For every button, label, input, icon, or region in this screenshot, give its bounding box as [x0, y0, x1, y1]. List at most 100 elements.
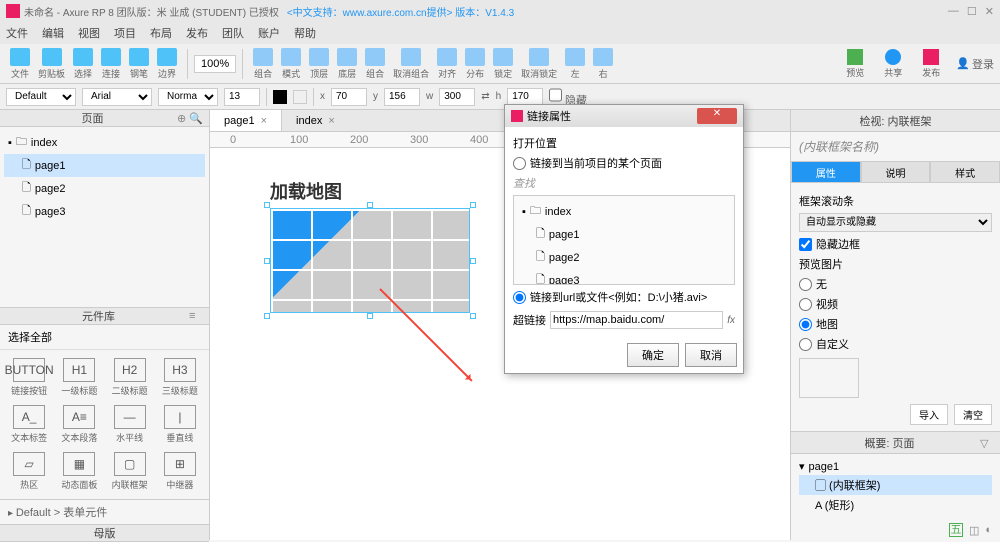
- color-swatch[interactable]: [273, 90, 287, 104]
- minimize-icon[interactable]: —: [948, 5, 959, 18]
- tool-钢笔[interactable]: 钢笔: [125, 48, 153, 80]
- login-button[interactable]: 👤登录: [956, 56, 994, 72]
- close-icon[interactable]: ✕: [985, 5, 994, 18]
- add-page-icon[interactable]: ⊕: [177, 112, 189, 124]
- page-page3[interactable]: 🗋 page3: [4, 200, 205, 223]
- h-input[interactable]: [507, 88, 543, 106]
- tool-选择[interactable]: 选择: [69, 48, 97, 80]
- tool-左[interactable]: 左: [561, 48, 589, 80]
- close-icon[interactable]: ×: [261, 115, 267, 127]
- filter-icon[interactable]: ▽: [980, 437, 992, 449]
- search-icon[interactable]: 🔍: [189, 112, 201, 124]
- tool-模式[interactable]: 模式: [277, 48, 305, 80]
- tool-底层[interactable]: 底层: [333, 48, 361, 80]
- font-family-select[interactable]: Arial: [82, 88, 152, 106]
- menu-布局[interactable]: 布局: [150, 25, 172, 41]
- inspector-tab-说明[interactable]: 说明: [861, 161, 931, 183]
- tool-右[interactable]: 右: [589, 48, 617, 80]
- link-icon[interactable]: ⇄: [481, 91, 489, 102]
- tree-root[interactable]: ▪ 🗀 index: [4, 131, 205, 154]
- widget-内联框架[interactable]: ▢内联框架: [109, 452, 151, 491]
- inspector-tab-属性[interactable]: 属性: [791, 161, 861, 183]
- y-input[interactable]: [384, 88, 420, 106]
- link-page-radio[interactable]: [513, 157, 526, 170]
- dialog-page-tree[interactable]: ▪ 🗀 index 🗋 page1🗋 page2🗋 page3: [513, 195, 735, 285]
- tool-顶层[interactable]: 顶层: [305, 48, 333, 80]
- tool-分布[interactable]: 分布: [461, 48, 489, 80]
- preview-option-视频[interactable]: 视频: [799, 296, 992, 312]
- preview-icon[interactable]: [847, 49, 863, 65]
- hide-border-checkbox[interactable]: [799, 238, 812, 251]
- tool-取消锁定[interactable]: 取消锁定: [517, 48, 561, 80]
- widget-中继器[interactable]: ⊞中继器: [159, 452, 201, 491]
- menu-项目[interactable]: 项目: [114, 25, 136, 41]
- widget-水平线[interactable]: —水平线: [109, 405, 151, 444]
- outline-root[interactable]: ▾ page1: [799, 458, 992, 475]
- preview-option-无[interactable]: 无: [799, 276, 992, 292]
- widget-三级标题[interactable]: H3三级标题: [159, 358, 201, 397]
- dialog-close-button[interactable]: ✕: [697, 108, 737, 124]
- clear-button[interactable]: 清空: [954, 404, 992, 425]
- hidden-checkbox[interactable]: [549, 86, 562, 104]
- menu-账户[interactable]: 账户: [258, 25, 280, 41]
- widget-name-input[interactable]: (内联框架名称): [791, 132, 1000, 161]
- preview-option-自定义[interactable]: 自定义: [799, 336, 992, 352]
- scroll-select[interactable]: 自动显示或隐藏: [799, 213, 992, 232]
- widget-二级标题[interactable]: H2二级标题: [109, 358, 151, 397]
- tool-取消组合[interactable]: 取消组合: [389, 48, 433, 80]
- close-icon[interactable]: ×: [328, 115, 334, 127]
- tool-对齐[interactable]: 对齐: [433, 48, 461, 80]
- page-page2[interactable]: 🗋 page2: [4, 177, 205, 200]
- preview-option-地图[interactable]: 地图: [799, 316, 992, 332]
- maximize-icon[interactable]: ☐: [967, 5, 977, 18]
- tool-边界[interactable]: 边界: [153, 48, 181, 80]
- share-icon[interactable]: [885, 49, 901, 65]
- import-button[interactable]: 导入: [910, 404, 948, 425]
- tool-组合[interactable]: 组合: [249, 48, 277, 80]
- outline-item[interactable]: A (矩形): [799, 495, 992, 515]
- menu-文件[interactable]: 文件: [6, 25, 28, 41]
- w-input[interactable]: [439, 88, 475, 106]
- menu-发布[interactable]: 发布: [186, 25, 208, 41]
- widget-链接按钮[interactable]: BUTTON链接按钮: [8, 358, 50, 397]
- lib-category[interactable]: ▸ Default > 表单元件: [0, 499, 209, 524]
- style-select[interactable]: Default: [6, 88, 76, 106]
- tool-锁定[interactable]: 锁定: [489, 48, 517, 80]
- page-page1[interactable]: 🗋 page1: [4, 154, 205, 177]
- widget-垂直线[interactable]: |垂直线: [159, 405, 201, 444]
- support-link[interactable]: <中文支持：www.axure.com.cn提供> 版本：V1.4.3: [287, 4, 514, 19]
- tool-组合[interactable]: 组合: [361, 48, 389, 80]
- link-url-radio[interactable]: [513, 291, 526, 304]
- menu-编辑[interactable]: 编辑: [42, 25, 64, 41]
- widget-热区[interactable]: ▱热区: [8, 452, 50, 491]
- menu-帮助[interactable]: 帮助: [294, 25, 316, 41]
- iframe-widget[interactable]: [270, 208, 470, 313]
- cancel-button[interactable]: 取消: [685, 343, 737, 367]
- dialog-page-page3[interactable]: 🗋 page3: [518, 269, 730, 285]
- font-weight-select[interactable]: Normal: [158, 88, 218, 106]
- menu-团队[interactable]: 团队: [222, 25, 244, 41]
- tool-剪贴板[interactable]: 剪贴板: [34, 48, 69, 80]
- zoom-select[interactable]: 100%: [194, 55, 236, 73]
- tab-index[interactable]: index ×: [282, 110, 349, 131]
- tool-文件[interactable]: 文件: [6, 48, 34, 80]
- fx-button[interactable]: fx: [727, 315, 735, 326]
- dialog-page-page1[interactable]: 🗋 page1: [518, 223, 730, 246]
- widget-动态面板[interactable]: ▦动态面板: [58, 452, 100, 491]
- publish-icon[interactable]: [923, 49, 939, 65]
- inspector-tab-样式[interactable]: 样式: [930, 161, 1000, 183]
- dialog-page-page2[interactable]: 🗋 page2: [518, 246, 730, 269]
- lib-search-label[interactable]: 选择全部: [0, 325, 209, 350]
- url-input[interactable]: [550, 311, 723, 329]
- tool-连接[interactable]: 连接: [97, 48, 125, 80]
- font-size-input[interactable]: [224, 88, 260, 106]
- tab-page1[interactable]: page1 ×: [210, 110, 282, 131]
- widget-文本段落[interactable]: A≡文本段落: [58, 405, 100, 444]
- menu-视图[interactable]: 视图: [78, 25, 100, 41]
- lib-menu-icon[interactable]: ≡: [189, 310, 201, 322]
- ok-button[interactable]: 确定: [627, 343, 679, 367]
- x-input[interactable]: [331, 88, 367, 106]
- widget-文本标签[interactable]: A_文本标签: [8, 405, 50, 444]
- outline-item[interactable]: ▢ (内联框架): [799, 475, 992, 495]
- fill-swatch[interactable]: [293, 90, 307, 104]
